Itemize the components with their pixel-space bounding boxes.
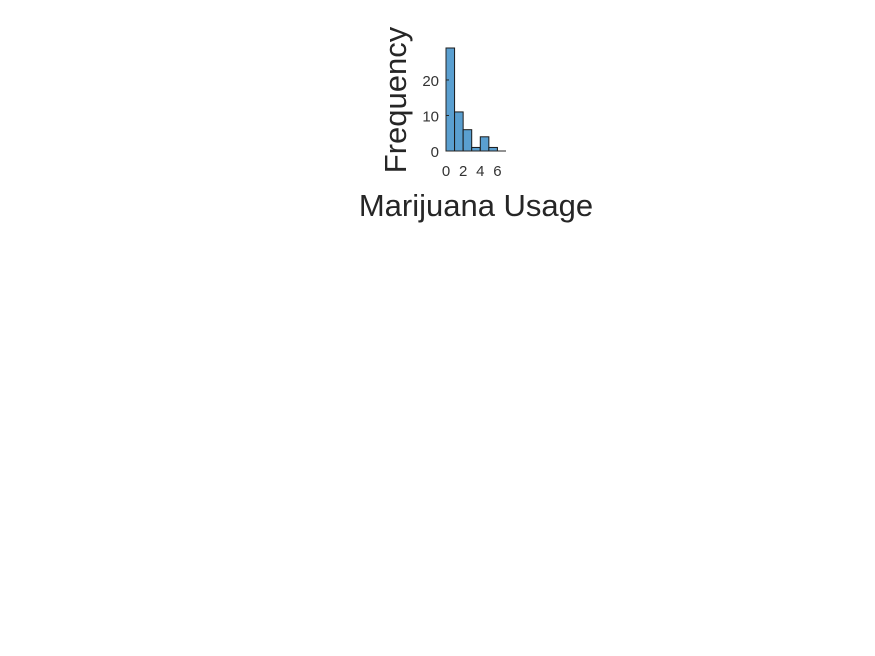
histogram-bar-4 <box>479 136 490 152</box>
x-axis-title: Marijuana Usage <box>359 188 593 223</box>
histogram-bar-5 <box>488 146 498 152</box>
x-tick-label: 0 <box>442 163 450 180</box>
y-tick-label: 0 <box>431 144 439 161</box>
histogram-chart: 01020 0246 Frequency Marijuana Usage <box>359 26 593 223</box>
y-axis-ticks: 0 10 20 <box>422 73 449 161</box>
histogram-bar-3 <box>471 146 481 152</box>
histogram-bar-2 <box>462 129 473 152</box>
x-tick-label: 6 <box>493 163 501 180</box>
y-tick-label: 10 <box>422 108 439 125</box>
y-tick-label: 20 <box>422 73 439 90</box>
histogram-bars <box>445 47 498 152</box>
x-tick-label: 4 <box>476 163 484 180</box>
x-tick-label: 2 <box>459 163 467 180</box>
x-axis-ticks: 0246 <box>442 148 502 180</box>
y-axis-title: Frequency <box>378 26 413 173</box>
histogram-bar-0 <box>445 47 456 152</box>
histogram-bar-1 <box>454 111 464 152</box>
